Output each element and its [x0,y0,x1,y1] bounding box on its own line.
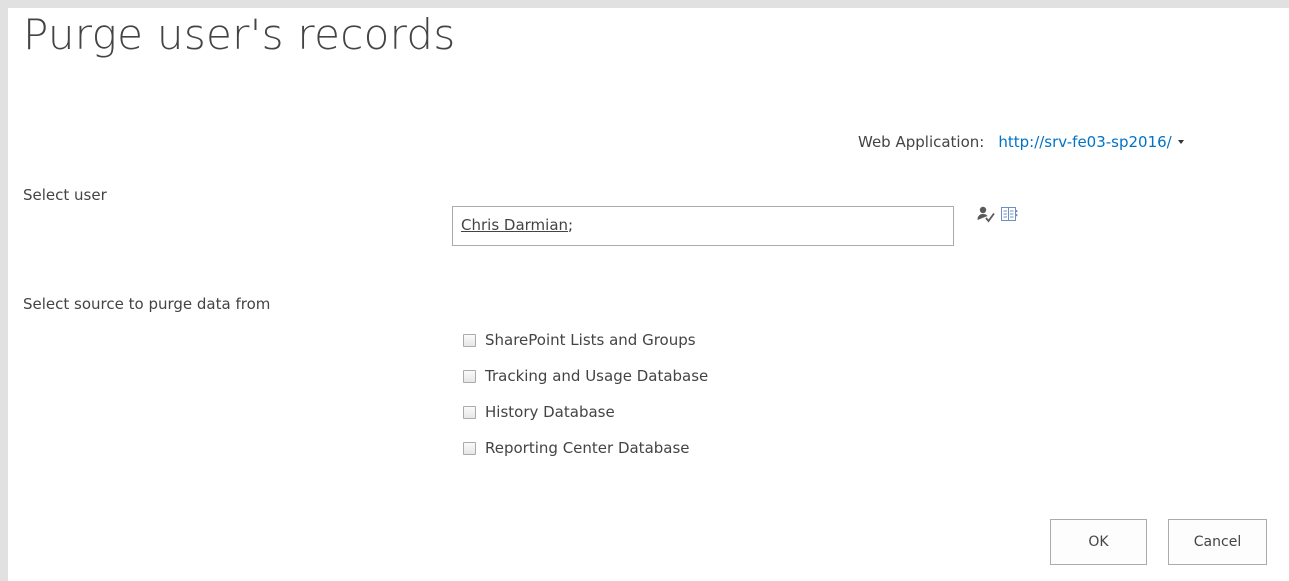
checkbox-tracking-and-usage-database[interactable] [463,369,476,383]
cancel-button[interactable]: Cancel [1168,519,1267,565]
chevron-down-icon[interactable] [1177,139,1184,144]
web-application-selector: Web Application: http://srv-fe03-sp2016/ [858,133,1184,151]
option-history-database: History Database [463,394,708,430]
check-names-icon[interactable] [976,205,996,227]
select-user-label: Select user [23,186,107,204]
option-sharepoint-lists-and-groups: SharePoint Lists and Groups [463,322,708,358]
user-separator: ; [568,216,574,234]
page-title: Purge user's records [23,10,456,59]
checkbox-history-database[interactable] [463,405,476,419]
resolved-user-name[interactable]: Chris Darmian [461,216,568,234]
purge-source-options: SharePoint Lists and Groups Tracking and… [463,322,708,466]
option-label[interactable]: Reporting Center Database [485,439,690,457]
option-tracking-and-usage-database: Tracking and Usage Database [463,358,708,394]
option-label[interactable]: History Database [485,403,615,421]
page-frame [0,0,1289,581]
browse-address-book-icon[interactable] [1000,205,1018,227]
people-picker-icons [976,205,1018,227]
purge-source-label: Select source to purge data from [23,295,271,313]
option-label[interactable]: SharePoint Lists and Groups [485,331,696,349]
web-application-link[interactable]: http://srv-fe03-sp2016/ [998,133,1171,151]
option-reporting-center-database: Reporting Center Database [463,430,708,466]
people-picker-input[interactable]: Chris Darmian; [452,206,954,246]
option-label[interactable]: Tracking and Usage Database [485,367,708,385]
checkbox-reporting-center-database[interactable] [463,441,476,455]
checkbox-sharepoint-lists-and-groups[interactable] [463,333,476,347]
web-application-label: Web Application: [858,133,985,151]
ok-button[interactable]: OK [1050,519,1147,565]
